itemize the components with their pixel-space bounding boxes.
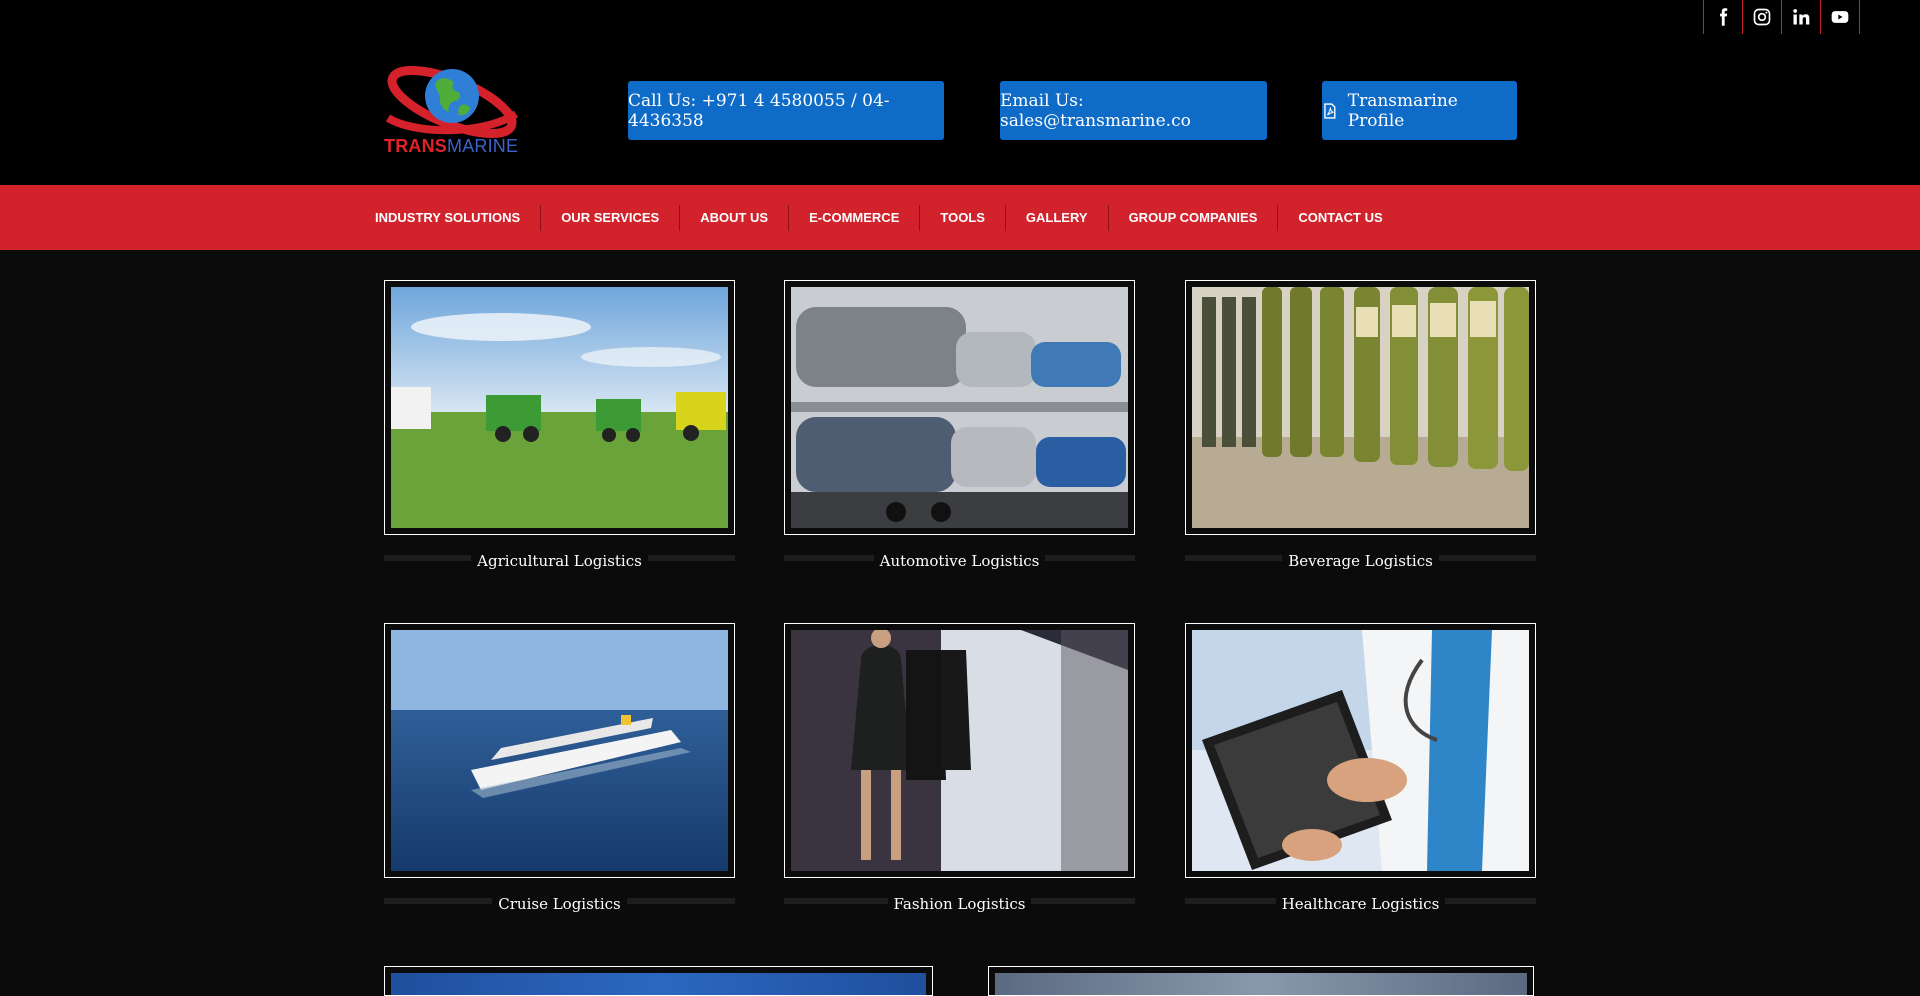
solution-label[interactable]: Cruise Logistics [492, 895, 627, 913]
industrial-photo [995, 973, 1527, 995]
linkedin-icon [1793, 9, 1810, 25]
circuit-photo [391, 973, 926, 995]
nav-about-us[interactable]: ABOUT US [680, 204, 790, 231]
solution-image-frame[interactable] [384, 623, 735, 878]
nav-group-companies[interactable]: GROUP COMPANIES [1109, 204, 1279, 231]
youtube-link[interactable] [1821, 0, 1860, 34]
nav-industry-solutions[interactable]: INDUSTRY SOLUTIONS [355, 204, 542, 231]
fashion-photo [791, 630, 1128, 871]
main-nav: INDUSTRY SOLUTIONS OUR SERVICES ABOUT US… [0, 185, 1920, 250]
solution-image-frame[interactable] [1185, 623, 1536, 878]
company-logo[interactable]: TRANSMARINE [384, 66, 520, 156]
profile-label: Transmarine Profile [1347, 90, 1458, 131]
globe-logo-icon [385, 66, 519, 138]
solution-label[interactable]: Agricultural Logistics [471, 552, 648, 570]
cruise-photo [391, 630, 728, 871]
solution-image-frame[interactable] [784, 623, 1135, 878]
solution-label[interactable]: Automotive Logistics [873, 552, 1046, 570]
nav-tools[interactable]: TOOLS [920, 204, 1006, 231]
nav-e-commerce[interactable]: E-COMMERCE [789, 204, 921, 231]
agricultural-photo [391, 287, 728, 528]
social-links [1703, 0, 1860, 34]
call-us-button[interactable]: Call Us: +971 4 4580055 / 04-4436358 [628, 81, 944, 140]
logo-word-trans: TRANS [384, 136, 447, 156]
solution-caption: Beverage Logistics [1185, 552, 1536, 579]
youtube-icon [1831, 11, 1849, 23]
solution-card-automotive[interactable]: Automotive Logistics [784, 280, 1135, 579]
solution-card-beverage[interactable]: Beverage Logistics [1185, 280, 1536, 579]
profile-download-button[interactable]: Transmarine Profile [1322, 81, 1517, 140]
solution-caption: Cruise Logistics [384, 895, 735, 922]
beverage-photo [1192, 287, 1529, 528]
solution-caption: Agricultural Logistics [384, 552, 735, 579]
solution-image-frame[interactable] [1185, 280, 1536, 535]
solution-card-agricultural[interactable]: Agricultural Logistics [384, 280, 735, 579]
solution-card-cruise[interactable]: Cruise Logistics [384, 623, 735, 922]
facebook-icon [1720, 8, 1728, 26]
solution-card-fashion[interactable]: Fashion Logistics [784, 623, 1135, 922]
nav-contact-us[interactable]: CONTACT US [1278, 205, 1402, 231]
pdf-file-icon [1324, 102, 1336, 119]
email-us-label: Email Us: sales@transmarine.co [1000, 90, 1191, 131]
nav-our-services[interactable]: OUR SERVICES [541, 204, 681, 231]
nav-gallery[interactable]: GALLERY [1006, 204, 1109, 231]
solution-caption: Automotive Logistics [784, 552, 1135, 579]
solution-caption: Fashion Logistics [784, 895, 1135, 922]
logo-word-marine: MARINE [447, 136, 519, 156]
solution-image-frame[interactable] [784, 280, 1135, 535]
automotive-photo [791, 287, 1128, 528]
instagram-icon [1753, 8, 1771, 26]
solution-label[interactable]: Healthcare Logistics [1275, 895, 1446, 913]
solution-label[interactable]: Beverage Logistics [1282, 552, 1439, 570]
email-us-button[interactable]: Email Us: sales@transmarine.co [1000, 81, 1267, 140]
healthcare-photo [1192, 630, 1529, 871]
facebook-link[interactable] [1704, 0, 1743, 34]
solution-label[interactable]: Fashion Logistics [887, 895, 1032, 913]
logo-wordmark: TRANSMARINE [384, 136, 518, 157]
solution-card-partial-right[interactable] [988, 966, 1534, 996]
solution-card-healthcare[interactable]: Healthcare Logistics [1185, 623, 1536, 922]
header: TRANSMARINE Call Us: +971 4 4580055 / 04… [0, 0, 1920, 185]
solution-image-frame[interactable] [384, 280, 735, 535]
linkedin-link[interactable] [1782, 0, 1821, 34]
solution-card-partial-left[interactable] [384, 966, 933, 996]
call-us-label: Call Us: +971 4 4580055 / 04-4436358 [628, 90, 890, 131]
solution-caption: Healthcare Logistics [1185, 895, 1536, 922]
instagram-link[interactable] [1743, 0, 1782, 34]
